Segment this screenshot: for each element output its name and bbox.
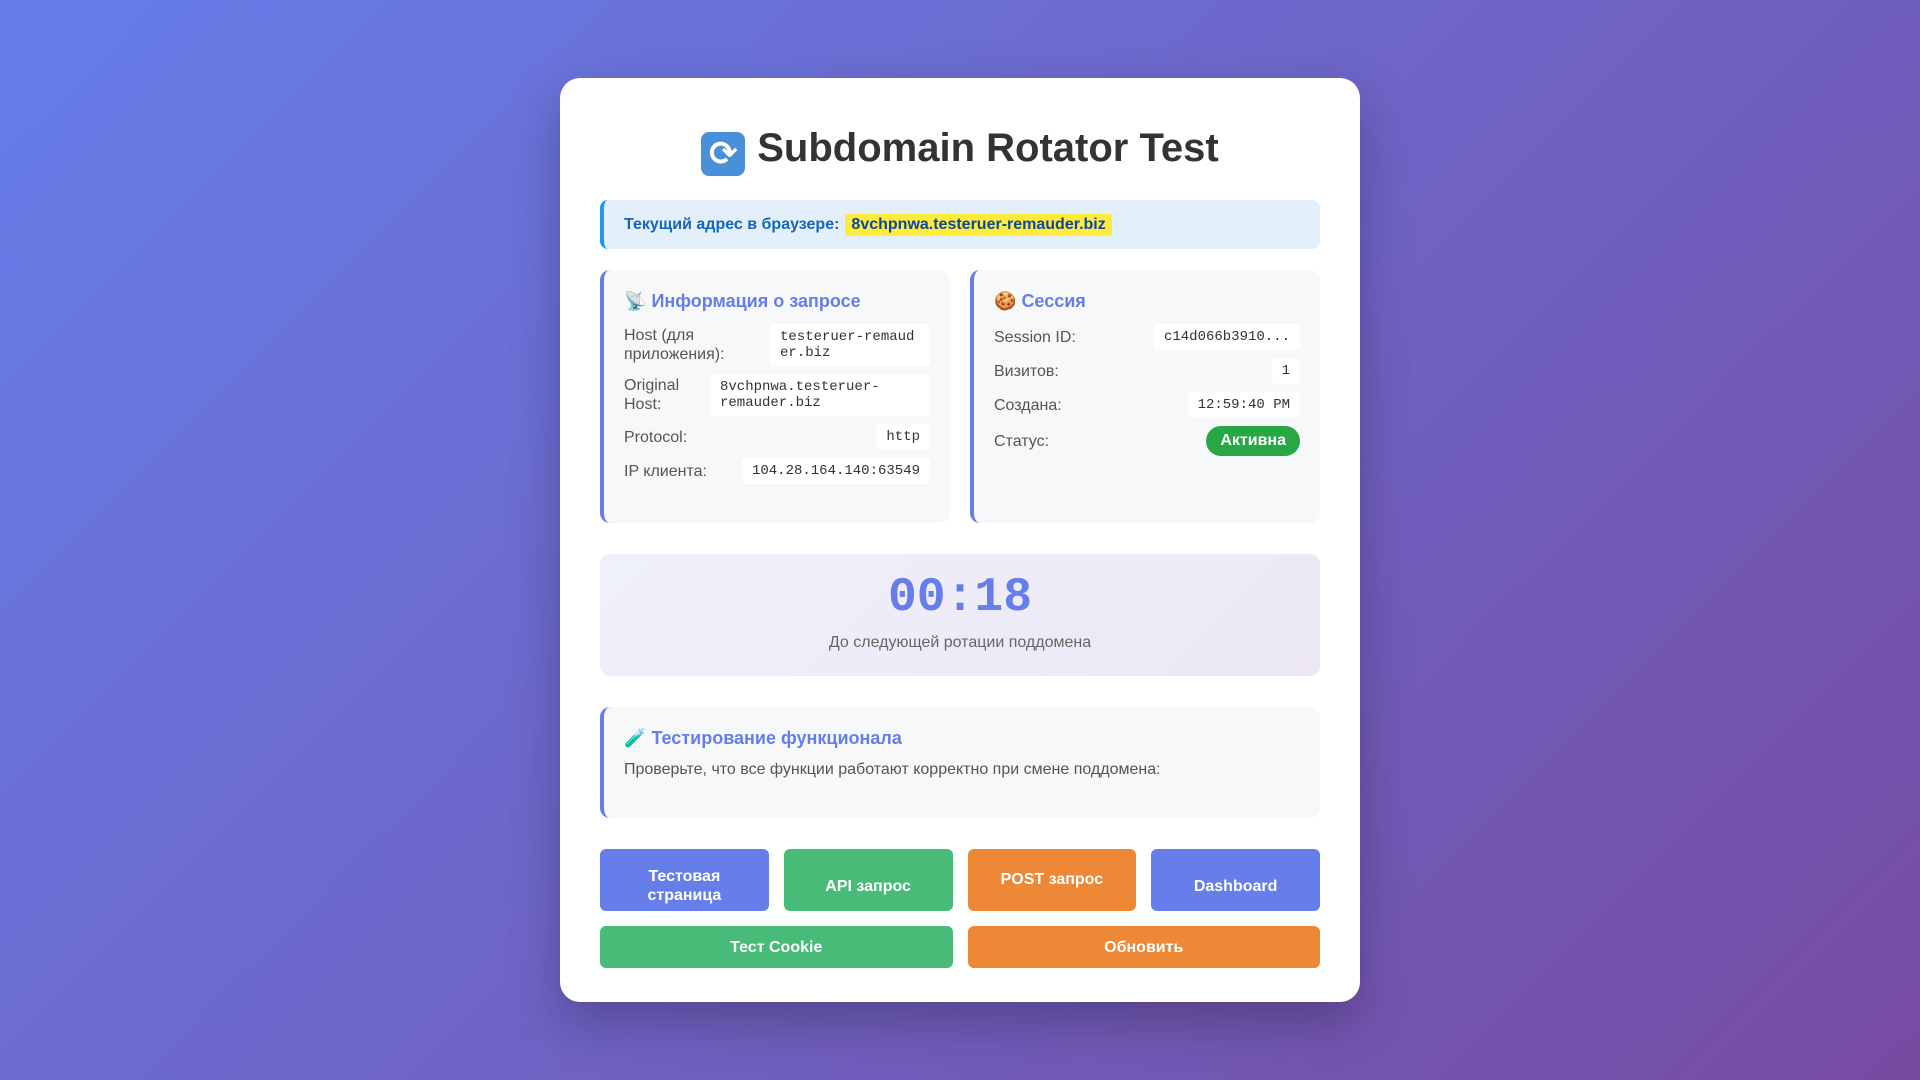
created-value: 12:59:40 PM <box>1187 392 1300 418</box>
rotation-timer-box: 00:18 До следующей ротации поддомена <box>600 554 1320 676</box>
protocol-value: http <box>876 424 930 450</box>
client-ip-row: IP клиента: 104.28.164.140:63549 <box>624 458 930 484</box>
test-page-button[interactable]: Тестовая страница <box>600 849 769 911</box>
cookie-icon: 🍪 <box>994 291 1017 311</box>
testing-description: Проверьте, что все функции работают корр… <box>624 761 1161 778</box>
client-ip-label: IP клиента: <box>624 462 707 480</box>
request-info-title: 📡 Информация о запросе <box>624 291 861 311</box>
created-label: Создана: <box>994 396 1062 414</box>
protocol-label: Protocol: <box>624 428 688 446</box>
original-host-row: Original Host: 8vchpnwa.testeruer-remaud… <box>624 374 930 416</box>
session-id-value: c14d066b3910... <box>1153 324 1300 350</box>
action-buttons-row-2: Тест Cookie Обновить <box>600 926 1320 968</box>
visits-row: Визитов: 1 <box>994 358 1300 384</box>
protocol-row: Protocol: http <box>624 424 930 450</box>
session-id-label: Session ID: <box>994 328 1076 346</box>
current-url-value: 8vchpnwa.testeruer-remauder.biz <box>845 213 1112 236</box>
dashboard-button[interactable]: Dashboard <box>1151 849 1320 911</box>
api-request-button[interactable]: API запрос <box>783 849 953 911</box>
session-title: 🍪 Сессия <box>994 291 1086 311</box>
session-panel: 🍪 Сессия Session ID: c14d066b3910... Виз… <box>970 270 1320 523</box>
status-row: Статус: Активна <box>994 426 1300 456</box>
action-buttons-row-1: Тестовая страница API запрос POST запрос… <box>600 849 1320 911</box>
current-url-bar: Текущий адрес в браузере: 8vchpnwa.teste… <box>600 200 1320 249</box>
host-label: Host (для приложения): <box>624 327 725 363</box>
session-id-row: Session ID: c14d066b3910... <box>994 324 1300 350</box>
rotation-caption: До следующей ротации поддомена <box>828 634 1092 651</box>
main-card: ⟳ Subdomain Rotator Test Текущий адрес в … <box>560 78 1360 1002</box>
info-grid: 📡 Информация о запросе Host (для приложе… <box>600 270 1320 523</box>
created-row: Создана: 12:59:40 PM <box>994 392 1300 418</box>
testing-title: 🧪 Тестирование функционала <box>624 728 902 748</box>
refresh-button[interactable]: Обновить <box>967 926 1320 968</box>
visits-label: Визитов: <box>994 362 1059 380</box>
client-ip-value: 104.28.164.140:63549 <box>741 458 930 484</box>
satellite-icon: 📡 <box>624 291 647 311</box>
testing-panel: 🧪 Тестирование функционала Проверьте, чт… <box>600 707 1320 818</box>
original-host-label: Original Host: <box>624 377 680 413</box>
host-value: testeruer-remauder.biz <box>770 324 930 366</box>
page-title-text: Subdomain Rotator Test <box>757 126 1219 170</box>
host-row: Host (для приложения): testeruer-remaude… <box>624 324 930 366</box>
current-url-label: Текущий адрес в браузере: <box>624 215 840 233</box>
test-cookie-button[interactable]: Тест Cookie <box>600 926 953 968</box>
post-request-button[interactable]: POST запрос <box>967 849 1137 911</box>
rotate-icon: ⟳ <box>701 132 746 176</box>
status-label: Статус: <box>994 432 1050 450</box>
visits-value: 1 <box>1271 358 1300 384</box>
test-tube-icon: 🧪 <box>624 728 647 748</box>
rotation-countdown: 00:18 <box>887 571 1033 625</box>
request-info-panel: 📡 Информация о запросе Host (для приложе… <box>600 270 950 523</box>
original-host-value: 8vchpnwa.testeruer-remauder.biz <box>710 374 930 416</box>
status-badge: Активна <box>1206 426 1300 456</box>
page-title: ⟳ Subdomain Rotator Test <box>600 78 1320 180</box>
